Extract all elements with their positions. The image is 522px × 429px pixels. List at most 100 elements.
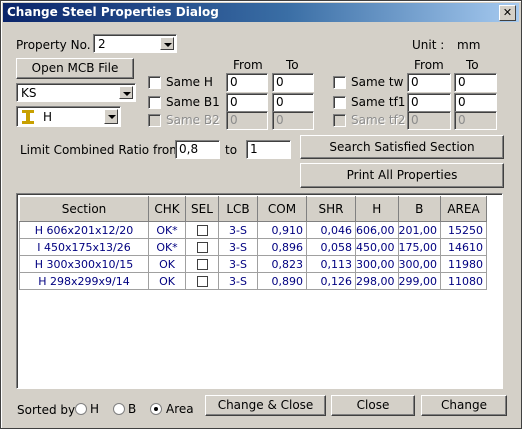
table-cell-shr: 0,058 — [306, 238, 356, 256]
same-b2-to-field: 0 — [272, 111, 314, 130]
sel-checkbox-cell[interactable] — [185, 221, 219, 239]
limit-to-label: to — [225, 143, 238, 157]
table-cell-area: 11080 — [440, 272, 487, 290]
table-cell-section: H 606x201x12/20 — [19, 221, 149, 239]
from-header-right: From — [414, 58, 444, 72]
table-cell-shr: 0,126 — [306, 272, 356, 290]
chevron-down-icon[interactable] — [104, 109, 118, 124]
sel-checkbox[interactable] — [196, 225, 208, 236]
sel-checkbox-cell[interactable] — [185, 255, 219, 273]
same-h-checkbox[interactable] — [148, 76, 161, 89]
col-chk[interactable]: CHK — [148, 196, 186, 222]
table-cell-area: 15250 — [440, 221, 487, 239]
same-b2-checkbox — [148, 114, 161, 127]
sel-checkbox[interactable] — [196, 242, 208, 253]
same-tw-from-field[interactable]: 0 — [407, 73, 451, 92]
table-header-row: Section CHK SEL LCB COM SHR H B AREA — [19, 196, 487, 222]
table-cell-com: 0,896 — [257, 238, 307, 256]
close-window-button[interactable]: ✕ — [499, 5, 516, 21]
table-cell-com: 0,910 — [257, 221, 307, 239]
change-and-close-button[interactable]: Change & Close — [205, 395, 326, 416]
table-cell-section: H 300x300x10/15 — [19, 255, 149, 273]
limit-ratio-label: Limit Combined Ratio from — [20, 143, 181, 157]
col-section[interactable]: Section — [19, 196, 149, 222]
table-row[interactable]: H 298x299x9/14 OK 3-S 0,890 0,126 298,00 299,0… — [19, 272, 487, 290]
sort-area-label: Area — [166, 402, 194, 416]
same-tf1-checkbox[interactable] — [333, 96, 346, 109]
sort-b-radio[interactable] — [113, 403, 125, 415]
sel-checkbox[interactable] — [196, 276, 208, 287]
col-com[interactable]: COM — [257, 196, 307, 222]
search-satisfied-section-button[interactable]: Search Satisfied Section — [300, 135, 504, 159]
limit-to-field[interactable]: 1 — [246, 140, 291, 159]
sel-checkbox-cell[interactable] — [185, 238, 219, 256]
same-h-to-field[interactable]: 0 — [272, 73, 314, 92]
col-sel[interactable]: SEL — [185, 196, 219, 222]
table-cell-h: 606,00 — [355, 221, 399, 239]
table-row[interactable]: H 300x300x10/15 OK 3-S 0,823 0,113 300,00 300,… — [19, 255, 487, 273]
to-header-left: To — [286, 58, 299, 72]
table-cell-lcb: 3-S — [218, 255, 258, 273]
chevron-down-icon[interactable] — [119, 86, 133, 99]
sort-area-radio[interactable] — [150, 403, 162, 415]
table-cell-b: 201,00 — [397, 221, 441, 239]
same-tf2-label: Same tf2 — [351, 113, 406, 127]
table-cell-h: 450,00 — [355, 238, 399, 256]
table-cell-chk: OK* — [148, 238, 186, 256]
property-no-select[interactable]: 2 — [93, 34, 177, 53]
shape-select[interactable]: H — [16, 106, 121, 127]
dialog-window: Change Steel Properties Dialog ✕ Propert… — [0, 0, 522, 429]
unit-label: Unit : — [412, 38, 445, 52]
same-tf2-to-field: 0 — [454, 111, 497, 130]
table-cell-section: H 298x299x9/14 — [19, 272, 149, 290]
chevron-down-icon[interactable] — [160, 37, 174, 50]
same-tw-checkbox[interactable] — [333, 76, 346, 89]
same-b2-from-field: 0 — [226, 111, 268, 130]
same-h-from-field[interactable]: 0 — [226, 73, 268, 92]
sel-checkbox-cell[interactable] — [185, 272, 219, 290]
same-h-label: Same H — [166, 75, 213, 89]
table-cell-chk: OK* — [148, 221, 186, 239]
table-row[interactable]: H 606x201x12/20 OK* 3-S 0,910 0,046 606,00 201… — [19, 221, 487, 239]
i-beam-icon — [22, 110, 34, 127]
table-cell-b: 299,00 — [397, 272, 441, 290]
sort-h-radio[interactable] — [75, 403, 87, 415]
table-cell-chk: OK — [148, 255, 186, 273]
col-shr[interactable]: SHR — [306, 196, 356, 222]
col-b[interactable]: B — [397, 196, 441, 222]
same-tf1-to-field[interactable]: 0 — [454, 93, 497, 112]
limit-from-field[interactable]: 0,8 — [175, 140, 220, 159]
standard-select[interactable]: KS — [16, 83, 136, 102]
table-cell-com: 0,823 — [257, 255, 307, 273]
sections-grid: Section CHK SEL LCB COM SHR H B AREA H 6… — [19, 196, 487, 290]
table-cell-b: 175,00 — [397, 238, 441, 256]
same-tf1-from-field[interactable]: 0 — [407, 93, 451, 112]
same-b1-checkbox[interactable] — [148, 96, 161, 109]
close-button[interactable]: Close — [331, 395, 415, 416]
sort-b-label: B — [128, 402, 137, 416]
col-h[interactable]: H — [355, 196, 399, 222]
open-mcb-file-button[interactable]: Open MCB File — [16, 58, 134, 79]
table-row[interactable]: I 450x175x13/26 OK* 3-S 0,896 0,058 450,00 175… — [19, 238, 487, 256]
same-b1-from-field[interactable]: 0 — [226, 93, 268, 112]
table-cell-section: I 450x175x13/26 — [19, 238, 149, 256]
table-cell-lcb: 3-S — [218, 238, 258, 256]
col-lcb[interactable]: LCB — [218, 196, 258, 222]
same-tw-to-field[interactable]: 0 — [454, 73, 497, 92]
same-tf2-checkbox — [333, 114, 346, 127]
same-tf2-from-field: 0 — [407, 111, 451, 130]
sections-table[interactable]: Section CHK SEL LCB COM SHR H B AREA H 6… — [16, 193, 503, 389]
print-all-properties-button[interactable]: Print All Properties — [300, 163, 504, 188]
sort-h-label: H — [90, 402, 100, 416]
col-area[interactable]: AREA — [440, 196, 487, 222]
table-cell-chk: OK — [148, 272, 186, 290]
sel-checkbox[interactable] — [196, 259, 208, 270]
table-body: H 606x201x12/20 OK* 3-S 0,910 0,046 606,00 201… — [19, 221, 487, 290]
table-cell-h: 300,00 — [355, 255, 399, 273]
same-tw-label: Same tw — [351, 75, 404, 89]
same-b1-to-field[interactable]: 0 — [272, 93, 314, 112]
change-button[interactable]: Change — [421, 395, 507, 416]
table-cell-area: 14610 — [440, 238, 487, 256]
unit-value: mm — [457, 38, 481, 52]
title-bar[interactable]: Change Steel Properties Dialog ✕ — [3, 3, 519, 22]
